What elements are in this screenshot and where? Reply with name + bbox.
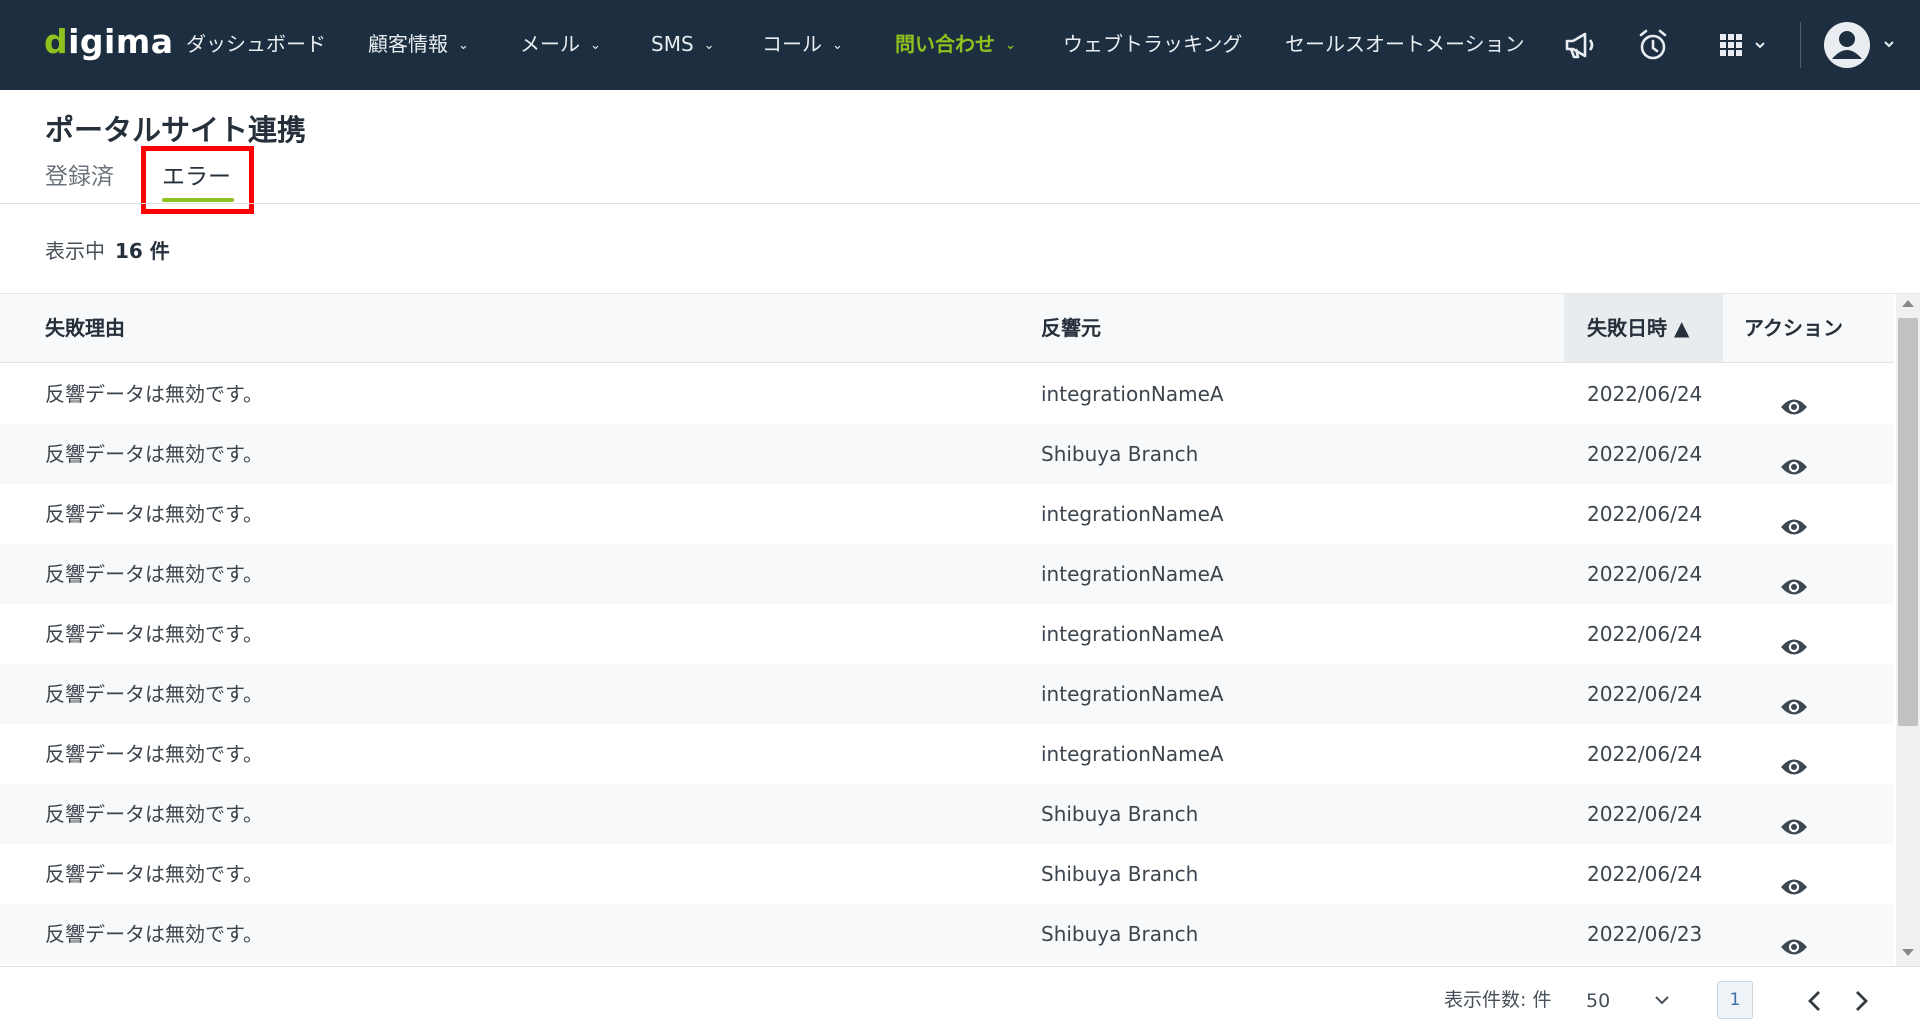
eye-icon[interactable] [1780,502,1808,535]
result-count-label: 表示中 [45,239,105,263]
cell-source: integrationNameA [1041,622,1224,646]
table-row[interactable]: 反響データは無効です。 integrationNameA 2022/06/24 [0,724,1894,784]
nav-mail[interactable]: メール ⌄ [520,0,601,90]
cell-reason: 反響データは無効です。 [45,802,263,826]
per-page-select[interactable]: 50 [1578,980,1678,1022]
eye-icon[interactable] [1780,442,1808,475]
chevron-down-icon: ⌄ [832,38,843,53]
table-row[interactable]: 反響データは無効です。 Shibuya Branch 2022/06/24 [0,844,1894,904]
table-row[interactable]: 反響データは無効です。 Shibuya Branch 2022/06/24 [0,424,1894,484]
eye-icon[interactable] [1780,922,1808,955]
cell-date: 2022/06/24 [1587,562,1703,586]
cell-reason: 反響データは無効です。 [45,442,263,466]
nav-separator [1800,22,1801,68]
page-title: ポータルサイト連携 [45,113,307,147]
cell-source: integrationNameA [1041,562,1224,586]
eye-icon[interactable] [1780,682,1808,715]
cell-date: 2022/06/24 [1587,382,1703,406]
cell-reason: 反響データは無効です。 [45,622,263,646]
column-header-reason[interactable]: 失敗理由 [45,294,125,362]
cell-source: integrationNameA [1041,742,1224,766]
cell-date: 2022/06/24 [1587,742,1703,766]
per-page-value: 50 [1586,990,1611,1012]
cell-source: integrationNameA [1041,502,1224,526]
error-table: 失敗理由 反響元 失敗日時 ▲ アクション 反響データは無効です。 integra… [0,293,1920,967]
column-header-date-sorted[interactable]: 失敗日時 ▲ [1587,294,1689,362]
cell-reason: 反響データは無効です。 [45,562,263,586]
eye-icon[interactable] [1780,802,1808,835]
cell-date: 2022/06/24 [1587,802,1703,826]
user-avatar-icon[interactable] [1823,21,1903,69]
cell-date: 2022/06/24 [1587,502,1703,526]
cell-reason: 反響データは無効です。 [45,502,263,526]
nav-sms[interactable]: SMS ⌄ [651,0,715,90]
megaphone-icon[interactable] [1561,26,1599,64]
table-row[interactable]: 反響データは無効です。 Shibuya Branch 2022/06/24 [0,784,1894,844]
app-logo[interactable]: digima [44,22,174,61]
chevron-left-icon[interactable] [1803,988,1827,1014]
alarm-clock-icon[interactable] [1634,26,1672,64]
eye-icon[interactable] [1780,382,1808,415]
chevron-down-icon: ⌄ [590,38,601,53]
chevron-right-icon[interactable] [1849,988,1873,1014]
cell-reason: 反響データは無効です。 [45,682,263,706]
scrollbar-thumb[interactable] [1898,318,1918,726]
cell-date: 2022/06/24 [1587,682,1703,706]
table-row[interactable]: 反響データは無効です。 Shibuya Branch 2022/06/23 [0,904,1894,964]
scroll-up-arrow-icon[interactable] [1902,300,1914,307]
table-header: 失敗理由 反響元 失敗日時 ▲ アクション [0,294,1894,363]
result-count: 表示中 16 件 [45,235,170,264]
chevron-down-icon [1654,992,1670,1012]
result-count-value: 16 件 [115,239,170,263]
nav-dashboard[interactable]: ダッシュボード [186,0,326,90]
cell-source: Shibuya Branch [1041,862,1199,886]
table-row[interactable]: 反響データは無効です。 integrationNameA 2022/06/24 [0,604,1894,664]
eye-icon[interactable] [1780,562,1808,595]
table-row[interactable]: 反響データは無効です。 integrationNameA 2022/06/24 [0,484,1894,544]
table-row[interactable]: 反響データは無効です。 integrationNameA 2022/06/24 [0,544,1894,604]
column-header-action: アクション [1744,316,1843,340]
scroll-down-arrow-icon[interactable] [1902,949,1914,956]
app-grid-icon[interactable] [1713,26,1773,64]
header-divider [0,203,1920,204]
chevron-down-icon: ⌄ [458,38,469,53]
cell-source: Shibuya Branch [1041,922,1199,946]
chevron-down-icon: ⌄ [703,38,715,53]
cell-date: 2022/06/23 [1587,922,1703,946]
cell-source: Shibuya Branch [1041,442,1199,466]
cell-source: integrationNameA [1041,382,1224,406]
table-row[interactable]: 反響データは無効です。 integrationNameA 2022/06/24 [0,664,1894,724]
tab-registered[interactable]: 登録済 [45,157,114,191]
nav-sales-automation[interactable]: セールスオートメーション [1285,0,1525,90]
eye-icon[interactable] [1780,622,1808,655]
cell-reason: 反響データは無効です。 [45,742,263,766]
cell-source: integrationNameA [1041,682,1224,706]
per-page-label: 表示件数: 件 [1444,989,1552,1011]
cell-reason: 反響データは無効です。 [45,922,263,946]
footer-divider [0,966,1920,967]
cell-date: 2022/06/24 [1587,622,1703,646]
nav-customer-info[interactable]: 顧客情報 ⌄ [368,0,469,90]
nav-inquiry[interactable]: 問い合わせ ⌄ [895,0,1016,90]
eye-icon[interactable] [1780,742,1808,775]
column-header-source[interactable]: 反響元 [1041,294,1101,362]
page-number-button[interactable]: 1 [1717,981,1753,1019]
cell-date: 2022/06/24 [1587,862,1703,886]
chevron-down-icon: ⌄ [1005,38,1016,53]
cell-source: Shibuya Branch [1041,802,1199,826]
cell-reason: 反響データは無効です。 [45,862,263,886]
cell-date: 2022/06/24 [1587,442,1703,466]
cell-reason: 反響データは無効です。 [45,382,263,406]
nav-web-tracking[interactable]: ウェブトラッキング [1063,0,1242,90]
table-row[interactable]: 反響データは無効です。 integrationNameA 2022/06/24 [0,364,1894,424]
eye-icon[interactable] [1780,862,1808,895]
top-navigation-bar: digima ダッシュボード 顧客情報 ⌄ メール ⌄ SMS ⌄ コール ⌄ 問い合わ… [0,0,1920,90]
nav-call[interactable]: コール ⌄ [762,0,843,90]
